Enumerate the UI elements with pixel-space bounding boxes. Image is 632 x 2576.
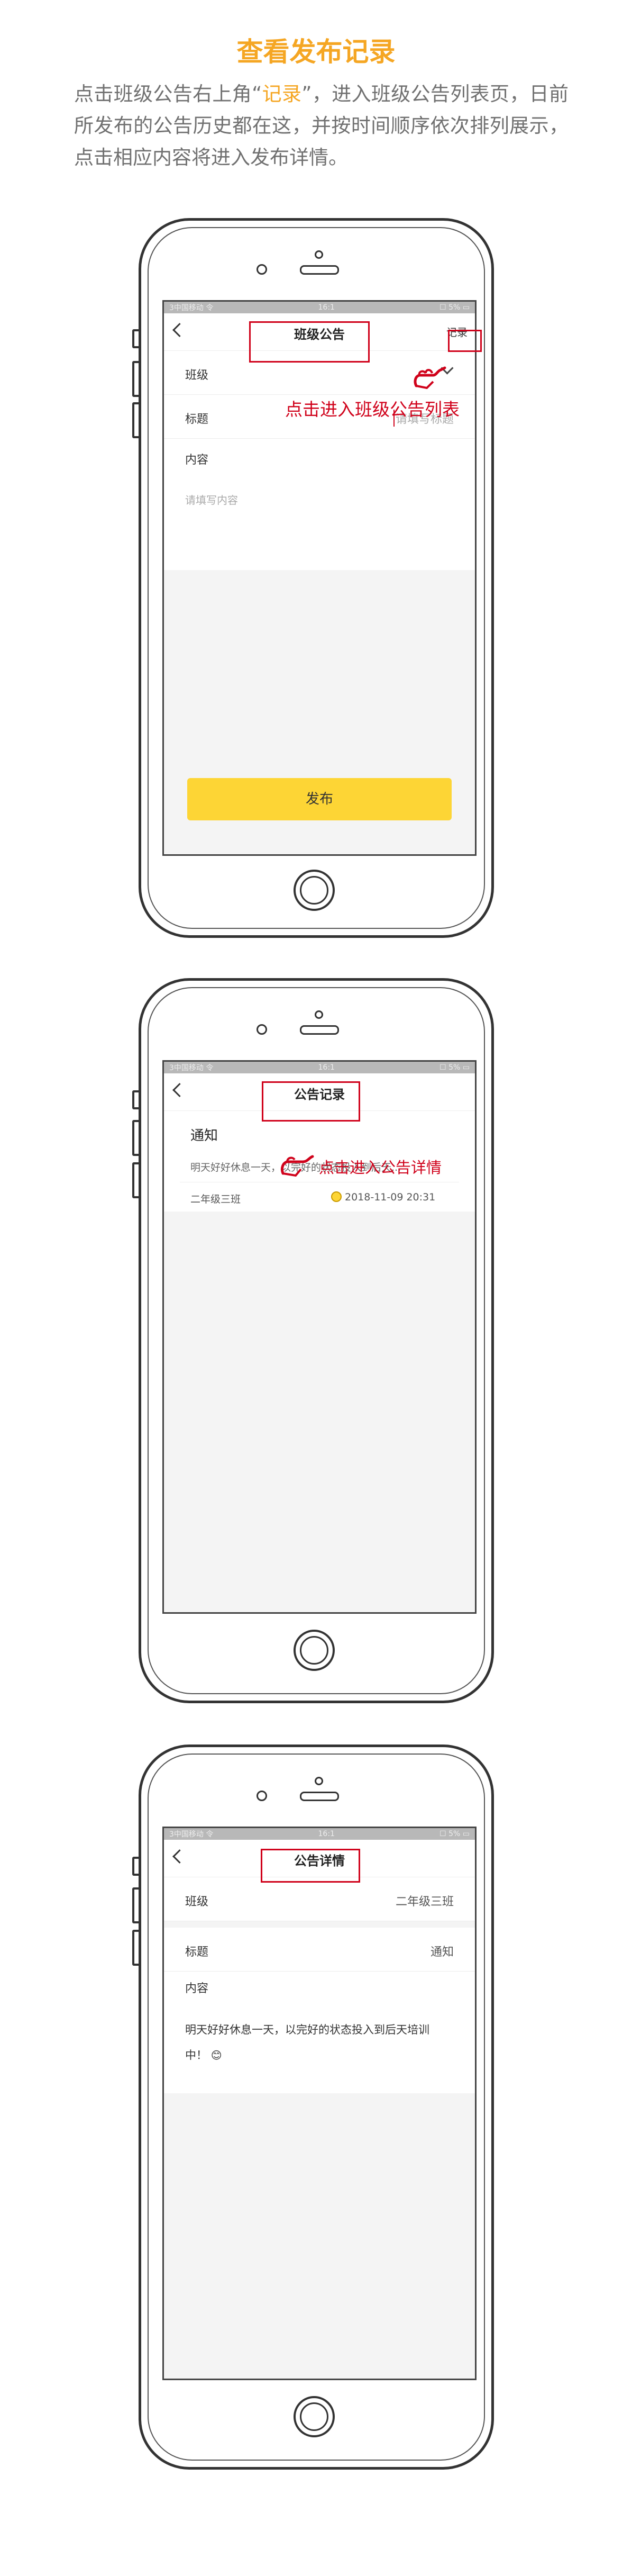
class-label: 班级 (185, 1895, 209, 1909)
home-button (294, 1630, 335, 1671)
volume-button (132, 1887, 141, 1923)
phone-speaker (300, 1025, 339, 1035)
status-time: 16:1 (318, 303, 335, 312)
phone-sensor (315, 250, 323, 259)
status-battery: ☐ 5% ▭ (439, 303, 470, 312)
phone-mockup-1: 3中国移动 令 16:1 ☐ 5% ▭ 班级公告 记录 班级 标题 请填写标题 … (139, 218, 494, 938)
detail-title-row: 标题 通知 (164, 1928, 475, 1972)
page-description: 点击班级公告右上角“记录”，进入班级公告列表页，日前所发布的公告历史都在这，并按… (74, 78, 569, 174)
phone-camera (257, 1791, 267, 1801)
status-bar: 3中国移动 令 16:1 ☐ 5% ▭ (164, 302, 475, 313)
volume-button (132, 1162, 141, 1198)
screen-notice-records: 3中国移动 令 16:1 ☐ 5% ▭ 公告记录 通知 明天好好休息一天，以完好… (162, 1060, 477, 1614)
title-highlight-box (249, 321, 370, 363)
record-highlight-box (448, 330, 482, 352)
notice-class: 二年级三班 (190, 1194, 241, 1205)
volume-button (132, 1930, 141, 1966)
content-text: 明天好好休息一天，以完好的状态投入到后天培训中！ 😊 (185, 2017, 443, 2068)
detail-class-row: 班级 二年级三班 (164, 1877, 475, 1921)
status-time: 16:1 (318, 1830, 335, 1838)
annotation-notice-detail: 点击进入公告详情 (319, 1159, 442, 1177)
screen-notice-detail: 3中国移动 令 16:1 ☐ 5% ▭ 公告详情 班级 二年级三班 标题 通知 … (162, 1827, 477, 2380)
status-battery: ☐ 5% ▭ (439, 1063, 470, 1072)
volume-button (132, 361, 141, 397)
page-title: 查看发布记录 (236, 37, 396, 67)
content-label: 内容 (185, 1982, 209, 1995)
content-input[interactable]: 请填写内容 (185, 492, 238, 507)
phone-sensor (315, 1010, 323, 1019)
phone-mockup-3: 3中国移动 令 16:1 ☐ 5% ▭ 公告详情 班级 二年级三班 标题 通知 … (139, 1745, 494, 2470)
volume-button (132, 402, 141, 438)
status-carrier: 3中国移动 令 (169, 304, 214, 312)
pointing-hand-icon (280, 1155, 314, 1177)
status-carrier: 3中国移动 令 (169, 1830, 214, 1839)
volume-button (132, 1090, 141, 1109)
phone-sensor (315, 1777, 323, 1785)
title-highlight-box (262, 1081, 360, 1122)
detail-content-area: 内容 明天好好休息一天，以完好的状态投入到后天培训中！ 😊 (164, 1972, 475, 2093)
volume-button (132, 329, 141, 348)
phone-camera (257, 264, 267, 275)
home-button (294, 870, 335, 911)
phone-speaker (300, 1792, 339, 1801)
class-value: 二年级三班 (395, 1895, 454, 1909)
content-area[interactable]: 内容 请填写内容 (164, 439, 475, 570)
home-button (294, 2396, 335, 2437)
clock-icon (331, 1191, 342, 1202)
smile-emoji-icon: 😊 (210, 2049, 222, 2062)
publish-button[interactable]: 发布 (187, 778, 452, 820)
title-label: 标题 (185, 1946, 209, 1959)
title-highlight-box (261, 1849, 360, 1883)
phone-camera (257, 1024, 267, 1035)
content-label: 内容 (185, 454, 209, 467)
status-carrier: 3中国移动 令 (169, 1064, 214, 1072)
desc-part1: 点击班级公告右上角“ (74, 83, 262, 105)
title-value: 通知 (430, 1946, 454, 1959)
phone-mockup-2: 3中国移动 令 16:1 ☐ 5% ▭ 公告记录 通知 明天好好休息一天，以完好… (139, 978, 494, 1703)
annotation-class-list: 点击进入班级公告列表 (285, 399, 460, 420)
status-time: 16:1 (318, 1063, 335, 1072)
notice-title: 通知 (190, 1128, 218, 1144)
status-battery: ☐ 5% ▭ (439, 1830, 470, 1838)
desc-highlight: 记录 (262, 83, 302, 105)
status-bar: 3中国移动 令 16:1 ☐ 5% ▭ (164, 1062, 475, 1073)
volume-button (132, 1120, 141, 1156)
pointing-hand-icon (414, 366, 446, 390)
volume-button (132, 1857, 141, 1876)
phone-speaker (300, 265, 339, 275)
status-bar: 3中国移动 令 16:1 ☐ 5% ▭ (164, 1828, 475, 1840)
class-label: 班级 (185, 369, 209, 382)
notice-time: 2018-11-09 20:31 (345, 1191, 436, 1203)
title-label: 标题 (185, 413, 209, 426)
